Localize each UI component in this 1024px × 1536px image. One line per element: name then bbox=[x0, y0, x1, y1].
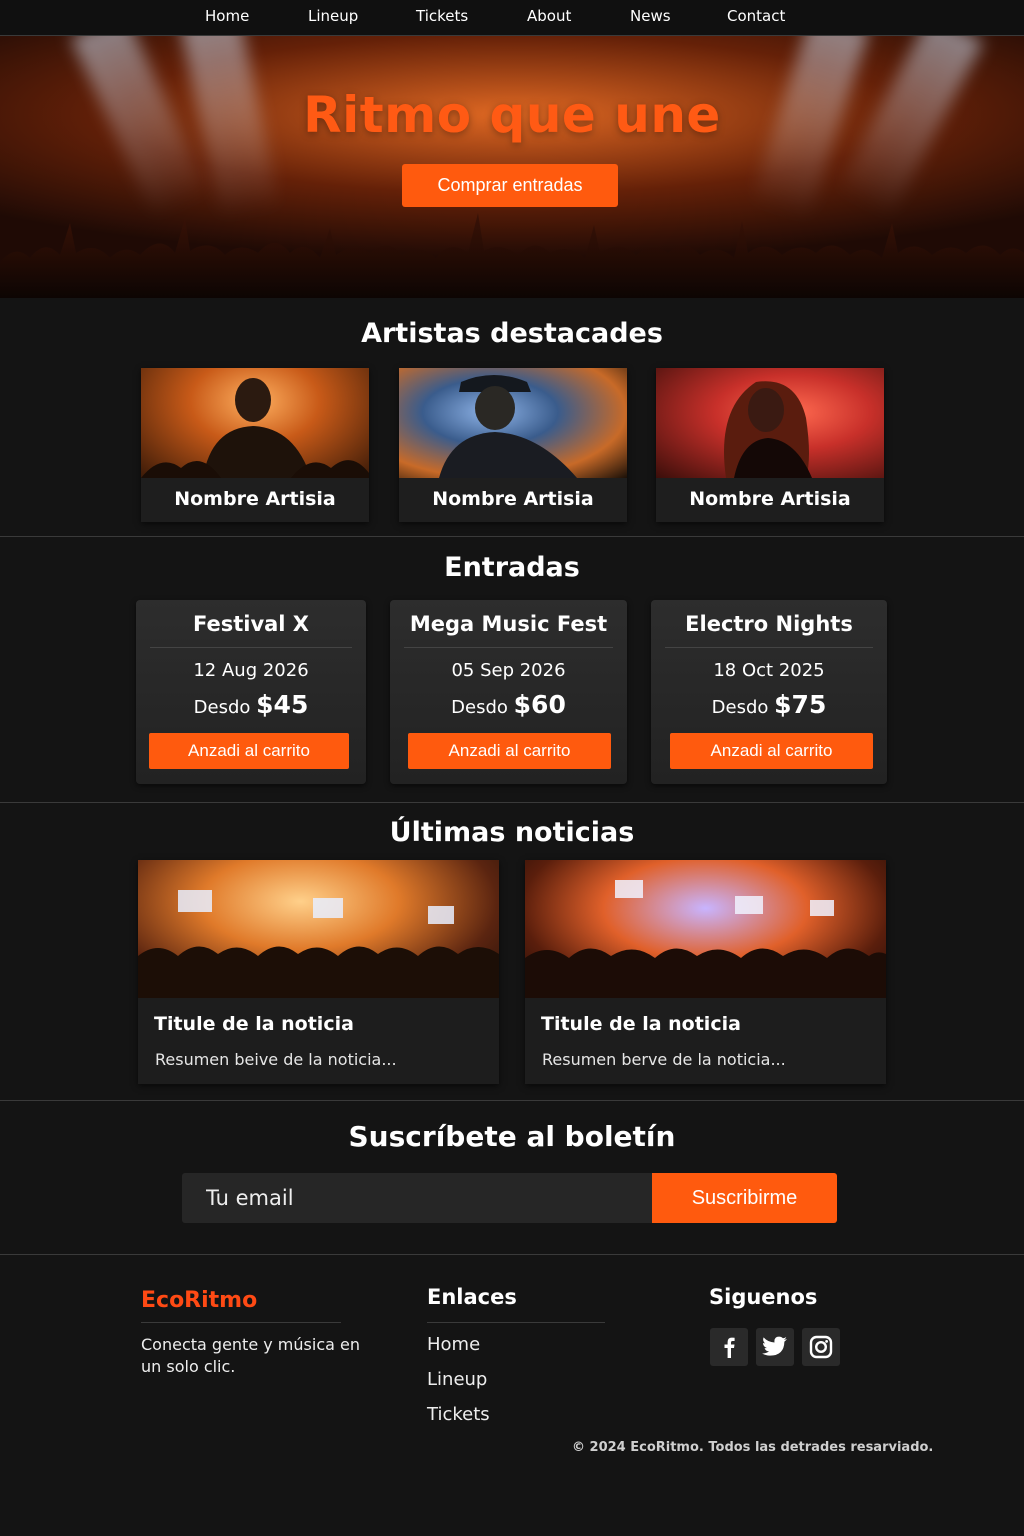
ticket-date: 12 Aug 2026 bbox=[193, 660, 309, 681]
news-title: Titule de la noticia bbox=[154, 1013, 354, 1035]
news-card[interactable]: Titule de la noticia Resumen beive de la… bbox=[138, 860, 499, 1084]
news-title: Titule de la noticia bbox=[541, 1013, 741, 1035]
ticket-event-name: Electro Nights bbox=[685, 612, 853, 636]
email-input[interactable] bbox=[182, 1173, 652, 1223]
footer-brand: EcoRitmo bbox=[141, 1288, 258, 1313]
footer-rule bbox=[427, 1322, 605, 1323]
tickets-heading: Entradas bbox=[444, 552, 580, 583]
price-amount: $75 bbox=[774, 690, 827, 719]
footer-link-lineup[interactable]: Lineup bbox=[427, 1369, 487, 1390]
news-card[interactable]: Titule de la noticia Resumen berve de la… bbox=[525, 860, 886, 1084]
nav-item-about[interactable]: About bbox=[527, 7, 571, 25]
ticket-divider bbox=[150, 647, 352, 648]
artist-name: Nombre Artisia bbox=[174, 488, 336, 510]
crowd-silhouette bbox=[0, 213, 1024, 298]
news-summary: Resumen berve de la noticia... bbox=[542, 1050, 786, 1069]
section-divider bbox=[0, 1100, 1024, 1101]
ticket-card: Festival X 12 Aug 2026 Desdo $45 Anzadi … bbox=[136, 600, 366, 784]
price-amount: $60 bbox=[513, 690, 566, 719]
add-to-cart-button[interactable]: Anzadi al carrito bbox=[670, 733, 873, 769]
ticket-price: Desdo $45 bbox=[136, 690, 366, 719]
ticket-event-name: Festival X bbox=[192, 612, 310, 636]
section-divider bbox=[0, 536, 1024, 537]
artist-photo bbox=[399, 368, 627, 478]
price-prefix: Desdo bbox=[711, 697, 769, 718]
subscribe-button[interactable]: Suscribirme bbox=[652, 1173, 837, 1223]
top-nav: Home Lineup Tickets About News Contact bbox=[0, 0, 1024, 36]
news-heading: Últimas noticias bbox=[389, 817, 635, 848]
buy-tickets-button[interactable]: Comprar entradas bbox=[402, 164, 618, 207]
artist-photo bbox=[141, 368, 369, 478]
concert-crowd-image bbox=[525, 880, 886, 998]
ticket-price: Desdo $60 bbox=[390, 690, 627, 719]
nav-item-tickets[interactable]: Tickets bbox=[416, 7, 468, 25]
twitter-icon[interactable] bbox=[756, 1328, 794, 1366]
artist-silhouette bbox=[439, 375, 577, 478]
news-summary: Resumen beive de la noticia... bbox=[155, 1050, 397, 1069]
footer-rule bbox=[141, 1322, 341, 1323]
news-photo bbox=[525, 860, 886, 998]
footer-link-home[interactable]: Home bbox=[427, 1334, 480, 1355]
ticket-date: 18 Oct 2025 bbox=[713, 660, 825, 681]
footer-links-heading: Enlaces bbox=[427, 1285, 517, 1309]
price-prefix: Desdo bbox=[193, 697, 251, 718]
newsletter-heading: Suscríbete al boletín bbox=[348, 1120, 676, 1153]
artist-silhouette bbox=[141, 378, 369, 478]
add-to-cart-button[interactable]: Anzadi al carrito bbox=[149, 733, 349, 769]
artist-name: Nombre Artisia bbox=[432, 488, 594, 510]
nav-item-contact[interactable]: Contact bbox=[727, 7, 785, 25]
nav-item-lineup[interactable]: Lineup bbox=[308, 7, 358, 25]
nav-item-news[interactable]: News bbox=[630, 7, 671, 25]
footer-social-heading: Siguenos bbox=[709, 1285, 818, 1309]
section-divider bbox=[0, 1254, 1024, 1255]
price-amount: $45 bbox=[256, 690, 309, 719]
hero-banner: Ritmo que une Comprar entradas bbox=[0, 36, 1024, 298]
ticket-price: Desdo $75 bbox=[651, 690, 887, 719]
ticket-date: 05 Sep 2026 bbox=[451, 660, 566, 681]
ticket-divider bbox=[665, 647, 873, 648]
instagram-icon[interactable] bbox=[802, 1328, 840, 1366]
section-divider bbox=[0, 802, 1024, 803]
hero-title: Ritmo que une bbox=[303, 86, 721, 144]
price-prefix: Desdo bbox=[451, 697, 508, 718]
nav-item-home[interactable]: Home bbox=[205, 7, 249, 25]
artist-photo bbox=[656, 368, 884, 478]
ticket-event-name: Mega Music Fest bbox=[409, 612, 608, 636]
footer-tagline: Conecta gente y música en un solo clic. bbox=[141, 1335, 360, 1376]
artist-name: Nombre Artisia bbox=[689, 488, 851, 510]
ticket-card: Electro Nights 18 Oct 2025 Desdo $75 Anz… bbox=[651, 600, 887, 784]
artists-heading: Artistas destacades bbox=[361, 318, 663, 349]
add-to-cart-button[interactable]: Anzadi al carrito bbox=[408, 733, 611, 769]
artist-card[interactable]: Nombre Artisia bbox=[399, 368, 627, 522]
artist-card[interactable]: Nombre Artisia bbox=[656, 368, 884, 522]
concert-crowd-image bbox=[138, 890, 499, 998]
news-photo bbox=[138, 860, 499, 998]
copyright-text: © 2024 EcoRitmo. Todos las detrades resa… bbox=[572, 1440, 934, 1455]
ticket-divider bbox=[404, 647, 613, 648]
artist-card[interactable]: Nombre Artisia bbox=[141, 368, 369, 522]
artist-silhouette bbox=[724, 381, 812, 478]
footer-link-tickets[interactable]: Tickets bbox=[427, 1404, 490, 1425]
ticket-card: Mega Music Fest 05 Sep 2026 Desdo $60 An… bbox=[390, 600, 627, 784]
facebook-icon[interactable] bbox=[710, 1328, 748, 1366]
